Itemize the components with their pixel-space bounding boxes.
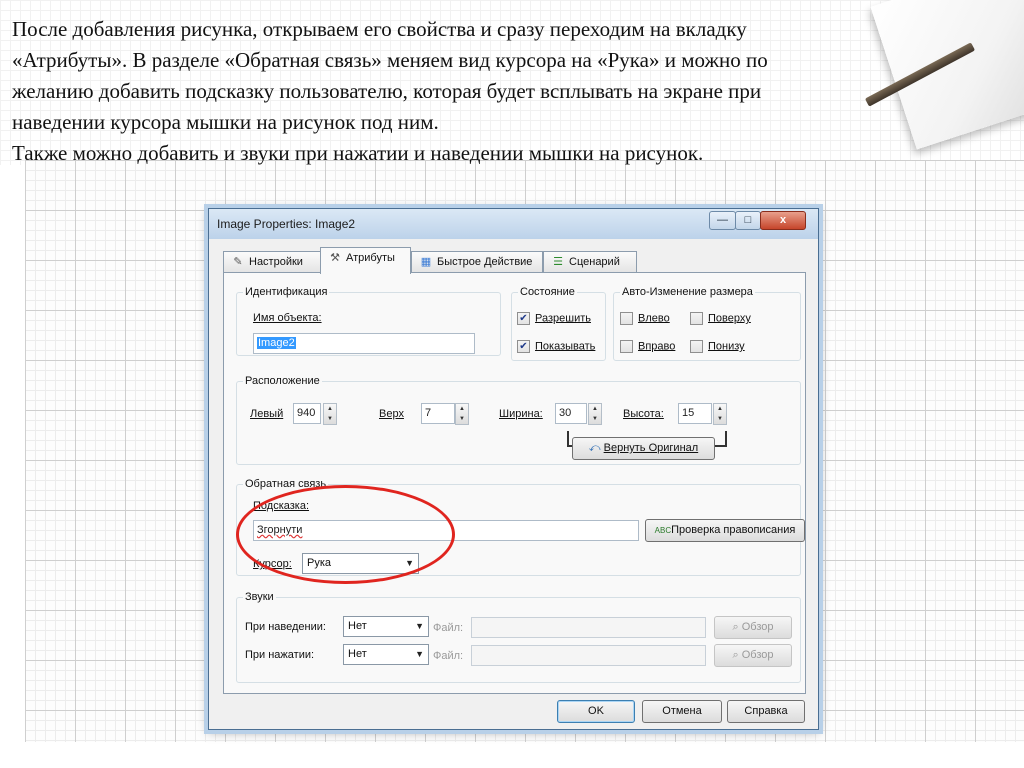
- enable-checkbox[interactable]: ✔ Разрешить: [517, 312, 591, 325]
- autosize-group: Авто-Изменение размера Влево Поверху Впр…: [613, 286, 801, 361]
- hover-file-label: Файл:: [433, 622, 464, 634]
- intro-line: наведении курсора мышки на рисунок под н…: [12, 110, 439, 134]
- dialog-title: Image Properties: Image2: [217, 217, 356, 231]
- click-browse-button[interactable]: ⌕ Обзор: [714, 644, 792, 667]
- restore-original-button[interactable]: ⤺ Вернуть Оригинал: [572, 437, 715, 460]
- dialog-titlebar[interactable]: Image Properties: Image2 — □ x: [209, 209, 818, 239]
- width-label: Ширина:: [499, 408, 543, 420]
- height-spinner[interactable]: ▲ ▼: [713, 403, 727, 425]
- image-properties-dialog: Image Properties: Image2 — □ x ✎ Настройк…: [208, 208, 819, 730]
- state-group: Состояние ✔ Разрешить ✔ Показывать: [511, 286, 606, 361]
- intro-line: желанию добавить подсказку пользователю,…: [12, 79, 762, 103]
- object-name-label: Имя объекта:: [253, 312, 322, 324]
- restore-icon: ⤺: [588, 442, 604, 454]
- checkmark-icon: ✔: [517, 340, 530, 353]
- left-input[interactable]: 940: [293, 403, 321, 424]
- dropdown-arrow-icon: ▼: [415, 649, 424, 659]
- click-file-input[interactable]: [471, 645, 706, 666]
- hover-sound-select[interactable]: Нет ▼: [343, 616, 429, 637]
- hover-browse-button[interactable]: ⌕ Обзор: [714, 616, 792, 639]
- position-group: Расположение Левый 940 ▲ ▼ Верх 7 ▲ ▼ Шири…: [236, 375, 801, 465]
- intro-line: После добавления рисунка, открываем его …: [12, 17, 747, 41]
- height-input[interactable]: 15: [678, 403, 712, 424]
- checkmark-icon: ✔: [517, 312, 530, 325]
- intro-line: «Атрибуты». В разделе «Обратная связь» м…: [12, 48, 768, 72]
- top-label: Верх: [379, 408, 404, 420]
- autosize-top-checkbox[interactable]: Поверху: [690, 312, 751, 325]
- tab-script[interactable]: ☰ Сценарий: [543, 251, 637, 273]
- top-spinner[interactable]: ▲ ▼: [455, 403, 469, 425]
- spellcheck-icon: ABC: [654, 526, 672, 535]
- identification-group: Идентификация Имя объекта: Image2: [236, 286, 501, 356]
- state-legend: Состояние: [520, 286, 575, 298]
- folder-icon: ⌕: [732, 621, 742, 633]
- autosize-right-checkbox[interactable]: Вправо: [620, 340, 675, 353]
- intro-text: После добавления рисунка, открываем его …: [12, 14, 942, 169]
- folder-icon: ⌕: [732, 649, 742, 661]
- tab-quick-action[interactable]: ▦ Быстрое Действие: [411, 251, 543, 273]
- left-label: Левый: [250, 408, 284, 420]
- click-file-label: Файл:: [433, 650, 464, 662]
- autosize-legend: Авто-Изменение размера: [622, 286, 753, 298]
- highlight-ellipse: [236, 485, 455, 584]
- script-icon: ☰: [553, 256, 563, 268]
- spellcheck-button[interactable]: ABCПроверка правописания: [645, 519, 805, 542]
- attributes-panel: Идентификация Имя объекта: Image2 Состоя…: [223, 272, 806, 694]
- tools-icon: ⚒: [330, 252, 340, 264]
- help-button[interactable]: Справка: [727, 700, 805, 723]
- click-sound-select[interactable]: Нет ▼: [343, 644, 429, 665]
- dropdown-arrow-icon: ▼: [415, 621, 424, 631]
- close-button[interactable]: x: [760, 211, 806, 230]
- tab-attributes[interactable]: ⚒ Атрибуты: [320, 247, 411, 274]
- click-sound-label: При нажатии:: [245, 649, 315, 661]
- ok-button[interactable]: OK: [557, 700, 635, 723]
- autosize-left-checkbox[interactable]: Влево: [620, 312, 670, 325]
- pencil-icon: ✎: [233, 256, 243, 268]
- object-name-input[interactable]: Image2: [253, 333, 475, 354]
- minimize-button[interactable]: —: [709, 211, 736, 230]
- sounds-group: Звуки При наведении: Нет ▼ Файл: ⌕ Обзор…: [236, 591, 801, 683]
- width-input[interactable]: 30: [555, 403, 587, 424]
- show-checkbox[interactable]: ✔ Показывать: [517, 340, 595, 353]
- width-spinner[interactable]: ▲ ▼: [588, 403, 602, 425]
- left-spinner[interactable]: ▲ ▼: [323, 403, 337, 425]
- identification-legend: Идентификация: [245, 286, 328, 298]
- top-input[interactable]: 7: [421, 403, 455, 424]
- hover-sound-label: При наведении:: [245, 621, 326, 633]
- intro-line: Также можно добавить и звуки при нажатии…: [12, 141, 704, 165]
- height-label: Высота:: [623, 408, 664, 420]
- autosize-bottom-checkbox[interactable]: Понизу: [690, 340, 745, 353]
- action-icon: ▦: [420, 256, 432, 268]
- position-legend: Расположение: [245, 375, 320, 387]
- maximize-button[interactable]: □: [735, 211, 761, 230]
- hover-file-input[interactable]: [471, 617, 706, 638]
- sounds-legend: Звуки: [245, 591, 274, 603]
- cancel-button[interactable]: Отмена: [642, 700, 722, 723]
- tab-settings[interactable]: ✎ Настройки: [223, 251, 321, 273]
